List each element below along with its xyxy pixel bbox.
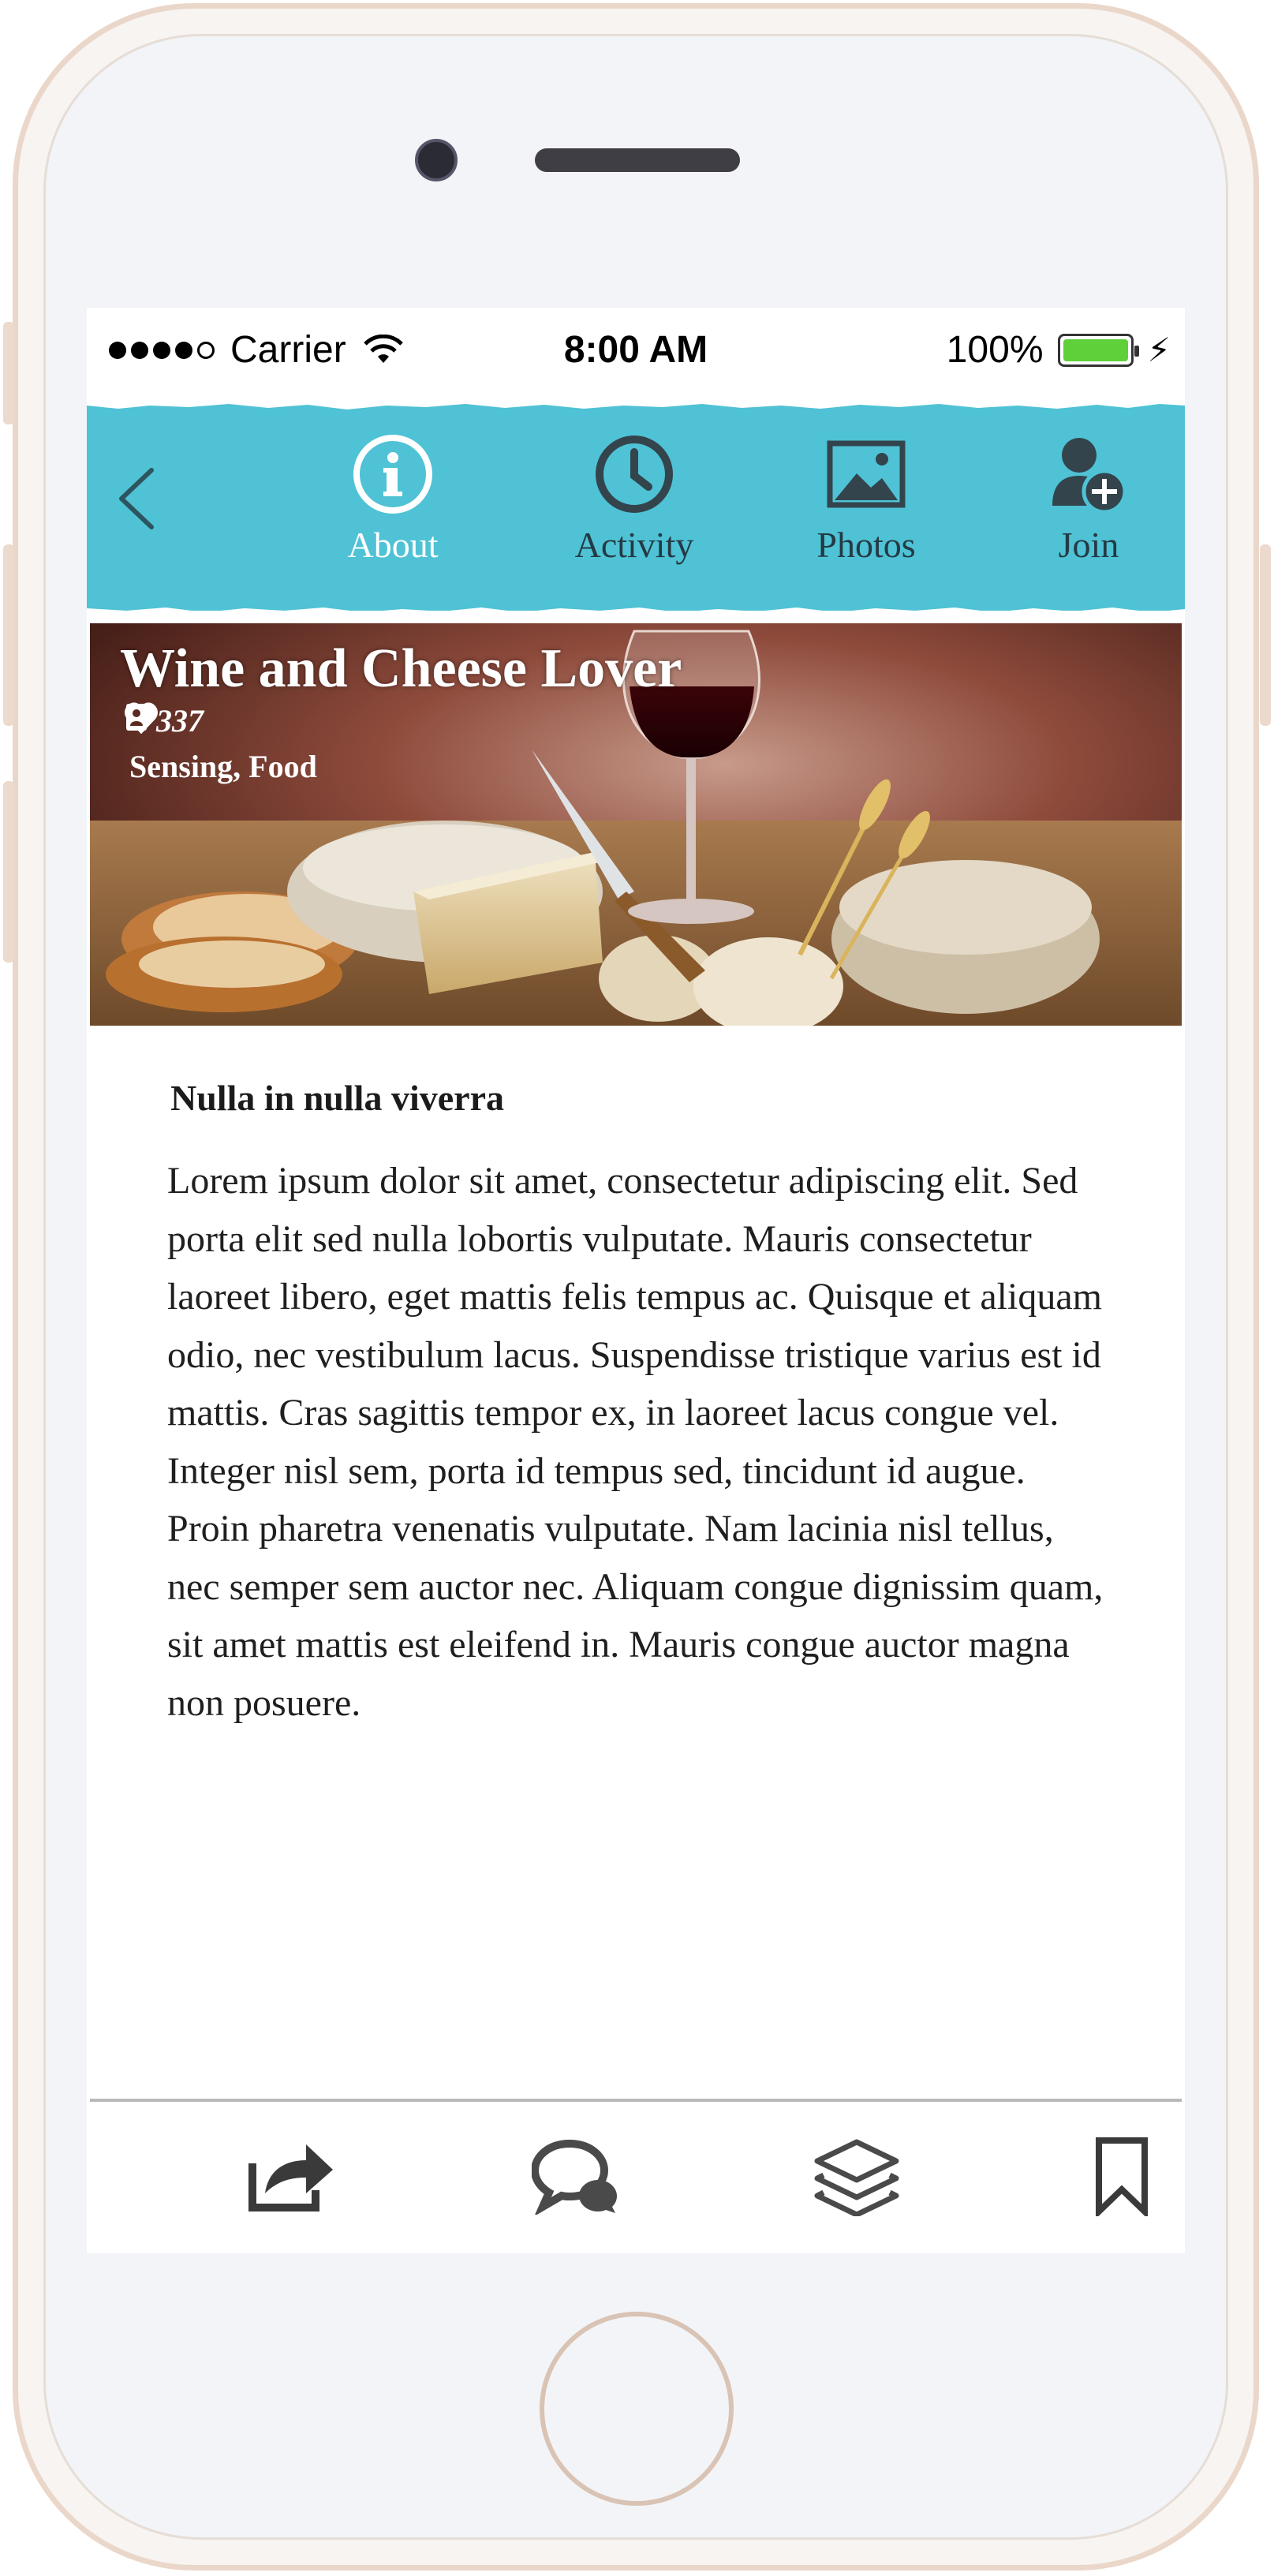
volume-up-button xyxy=(3,544,14,726)
group-hero-banner: Wine and Cheese Lover 337 Sensing, Food xyxy=(90,623,1182,1026)
tab-join-label: Join xyxy=(1058,525,1119,565)
share-button[interactable] xyxy=(245,2133,339,2220)
volume-down-button xyxy=(3,781,14,963)
power-button xyxy=(1260,544,1271,726)
about-body: Lorem ipsum dolor sit amet, consectetur … xyxy=(167,1160,1104,1724)
bookmark-button[interactable] xyxy=(1074,2133,1169,2220)
members-count-value: 337 xyxy=(156,703,204,738)
info-icon xyxy=(353,435,432,514)
tab-about[interactable]: About xyxy=(298,431,488,566)
battery-icon xyxy=(1057,333,1139,367)
group-nav-bar: About Activity Photos Join xyxy=(87,401,1185,615)
tab-photos-label: Photos xyxy=(816,525,916,565)
layers-button[interactable] xyxy=(809,2133,904,2220)
share-icon xyxy=(248,2144,333,2211)
battery-percentage: 100% xyxy=(946,329,1044,371)
tab-activity[interactable]: Activity xyxy=(540,431,729,566)
clock-icon xyxy=(596,436,673,513)
group-tags: Sensing, Food xyxy=(129,749,317,784)
earpiece-speaker xyxy=(535,148,740,172)
tab-photos[interactable]: Photos xyxy=(771,431,961,566)
chat-button[interactable] xyxy=(529,2133,623,2220)
group-meta: 337 xyxy=(125,702,204,739)
layers-icon xyxy=(814,2139,899,2216)
mute-switch xyxy=(3,322,14,424)
photo-icon xyxy=(827,440,906,508)
tab-activity-label: Activity xyxy=(574,525,694,565)
bottom-toolbar xyxy=(90,2099,1182,2253)
app-screen: Carrier 8:00 AM 100% ⚡︎ About Activity P… xyxy=(87,308,1185,2253)
home-button[interactable] xyxy=(540,2312,734,2506)
tab-about-label: About xyxy=(347,525,439,565)
members-count: 337 xyxy=(126,702,204,739)
battery-level xyxy=(1063,338,1128,361)
charging-bolt-icon: ⚡︎ xyxy=(1147,331,1171,368)
front-camera xyxy=(415,139,458,181)
bookmark-icon xyxy=(1096,2137,1148,2216)
back-button[interactable] xyxy=(110,459,166,538)
contact-card-icon xyxy=(126,704,147,731)
status-bar: Carrier 8:00 AM 100% ⚡︎ xyxy=(87,308,1185,394)
add-user-icon xyxy=(1052,438,1127,514)
chat-icon xyxy=(532,2139,617,2215)
about-heading: Nulla in nulla viverra xyxy=(170,1078,504,1118)
group-title: Wine and Cheese Lover xyxy=(120,638,682,699)
tab-join[interactable]: Join xyxy=(994,431,1183,566)
